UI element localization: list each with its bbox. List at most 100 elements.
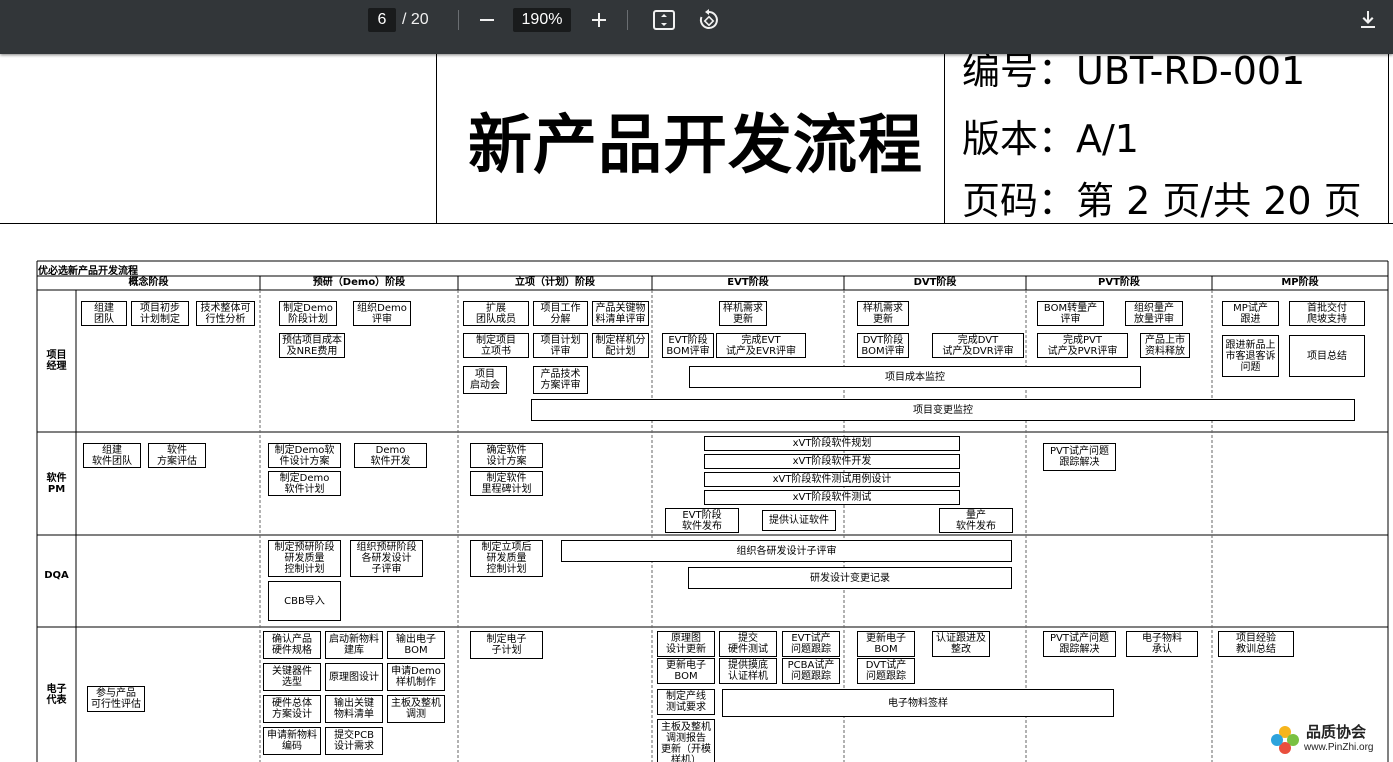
process-box: 样机需求 更新 <box>857 301 909 326</box>
process-box: DVT试产 问题跟踪 <box>857 658 915 684</box>
process-box: 制定Demo 阶段计划 <box>279 301 337 326</box>
process-box: xVT阶段软件测试用例设计 <box>704 472 960 487</box>
process-box: 扩展 团队成员 <box>463 301 529 326</box>
process-box: 项目 启动会 <box>463 366 507 394</box>
process-box: 输出电子 BOM <box>387 631 445 659</box>
process-box: 制定项目 立项书 <box>463 333 529 358</box>
process-box: 跟进新品上 市客退客诉 问题 <box>1222 335 1279 377</box>
process-box: 制定立项后 研发质量 控制计划 <box>470 540 543 577</box>
process-box: 项目总结 <box>1289 335 1365 377</box>
process-box: BOM转量产 评审 <box>1037 301 1104 326</box>
phase-header: EVT阶段 <box>727 277 769 288</box>
process-box: 项目工作 分解 <box>533 301 588 326</box>
process-box: 主板及整机 调测 <box>387 695 445 723</box>
process-box: 项目变更监控 <box>531 399 1355 421</box>
rotate-icon[interactable] <box>695 6 723 34</box>
phase-header: 立项（计划）阶段 <box>515 277 595 288</box>
process-box: Demo 软件开发 <box>354 443 427 468</box>
process-box: EVT阶段 BOM评审 <box>662 333 714 358</box>
process-box: DVT阶段 BOM评审 <box>857 333 909 358</box>
minus-icon[interactable] <box>473 6 501 34</box>
process-box: 提交 硬件测试 <box>719 631 777 657</box>
process-box: 确定软件 设计方案 <box>470 443 543 468</box>
process-box: 产品技术 方案评审 <box>533 366 588 394</box>
page-number-input[interactable]: 6 <box>368 8 396 32</box>
process-box: 项目计划 评审 <box>533 333 588 358</box>
process-box: 原理图 设计更新 <box>657 631 715 657</box>
process-box: 制定Demo 软件计划 <box>268 471 341 496</box>
process-box: 提供认证软件 <box>762 510 836 531</box>
process-box: 参与产品 可行性评估 <box>87 686 145 712</box>
process-box: 申请Demo 样机制作 <box>387 663 445 691</box>
phase-header: MP阶段 <box>1281 277 1319 288</box>
process-box: 申请新物料 编码 <box>263 727 321 755</box>
process-box: 原理图设计 <box>325 663 383 691</box>
process-box: 样机需求 更新 <box>719 301 767 326</box>
process-box: 技术整体可 行性分析 <box>196 301 255 326</box>
process-box: 首批交付 爬坡支持 <box>1289 301 1365 326</box>
process-box: 预估项目成本 及NRE费用 <box>279 333 345 358</box>
process-box: 更新电子 BOM <box>657 658 715 684</box>
process-box: 电子物料 承认 <box>1126 631 1198 657</box>
process-box: 确认产品 硬件规格 <box>263 631 321 659</box>
process-box: 更新电子 BOM <box>857 631 915 657</box>
process-box: 完成DVT 试产及DVR评审 <box>932 333 1024 358</box>
process-box: 组织预研阶段 各研发设计 子评审 <box>350 540 423 577</box>
process-box: 研发设计变更记录 <box>688 567 1012 589</box>
phase-header: 预研（Demo）阶段 <box>312 277 406 288</box>
process-box: 制定样机分 配计划 <box>592 333 649 358</box>
role-label: DQA <box>44 570 69 581</box>
process-box: 软件 方案评估 <box>148 443 206 468</box>
process-box: 认证跟进及 整改 <box>932 631 990 657</box>
process-box: CBB导入 <box>268 581 341 621</box>
zoom-input[interactable]: 190% <box>513 8 571 32</box>
phase-header: PVT阶段 <box>1098 277 1140 288</box>
process-box: xVT阶段软件开发 <box>704 454 960 469</box>
flower-icon <box>1271 726 1299 754</box>
toolbar-divider <box>627 10 628 30</box>
process-box: PCBA试产 问题跟踪 <box>782 658 840 684</box>
process-box: 量产 软件发布 <box>939 508 1013 533</box>
download-icon[interactable] <box>1354 6 1382 34</box>
toolbar-divider <box>458 10 459 30</box>
process-box: xVT阶段软件测试 <box>704 490 960 505</box>
total-pages: / 20 <box>402 11 429 28</box>
process-box: 产品关键物 料清单评审 <box>592 301 649 326</box>
process-box: 组织各研发设计子评审 <box>561 540 1012 562</box>
watermark-url: www.PinZhi.org <box>1304 742 1374 753</box>
process-box: xVT阶段软件规划 <box>704 436 960 451</box>
process-box: 组织Demo 评审 <box>353 301 411 326</box>
phase-header: 概念阶段 <box>128 277 169 288</box>
process-box: EVT阶段 软件发布 <box>665 508 739 533</box>
process-box: EVT试产 问题跟踪 <box>782 631 840 657</box>
fit-page-icon[interactable] <box>650 6 678 34</box>
phase-header: DVT阶段 <box>913 277 957 288</box>
process-box: 项目成本监控 <box>689 366 1141 388</box>
process-box: 制定预研阶段 研发质量 控制计划 <box>268 540 341 577</box>
process-box: 项目初步 计划制定 <box>131 301 189 326</box>
process-box: 制定Demo软 件设计方案 <box>268 443 341 468</box>
process-box: 硬件总体 方案设计 <box>263 695 321 723</box>
flow-title: 优必选新产品开发流程 <box>38 266 138 277</box>
process-box: 产品上市 资料释放 <box>1140 333 1190 358</box>
process-box: 提供摸底 认证样机 <box>719 658 777 684</box>
role-label: 电子 代表 <box>46 683 67 706</box>
process-box: 输出关键 物料清单 <box>325 695 383 723</box>
pdf-page: 新产品开发流程 编号：UBT-RD-001 版本：A/1 页码：第 2 页/共 … <box>0 54 1393 762</box>
process-box: 完成PVT 试产及PVR评审 <box>1037 333 1128 358</box>
role-label: 项目 经理 <box>46 350 67 372</box>
process-box: 组织量产 放量评审 <box>1125 301 1183 326</box>
process-box: 启动新物料 建库 <box>325 631 383 659</box>
pdf-toolbar: 6 / 20 190% <box>0 0 1393 54</box>
process-box: MP试产 跟进 <box>1222 301 1279 326</box>
plus-icon[interactable] <box>585 6 613 34</box>
process-box: 组建 团队 <box>81 301 127 326</box>
role-label: 软件 PM <box>46 472 67 495</box>
watermark-name: 品质协会 <box>1306 723 1367 741</box>
process-box: 制定电子 子计划 <box>470 631 543 659</box>
process-box: 关键器件 选型 <box>263 663 321 691</box>
process-box: 组建 软件团队 <box>83 443 141 468</box>
process-box: 项目经验 教训总结 <box>1218 631 1294 657</box>
process-box: 完成EVT 试产及EVR评审 <box>716 333 806 358</box>
process-box: 提交PCB 设计需求 <box>325 727 383 755</box>
